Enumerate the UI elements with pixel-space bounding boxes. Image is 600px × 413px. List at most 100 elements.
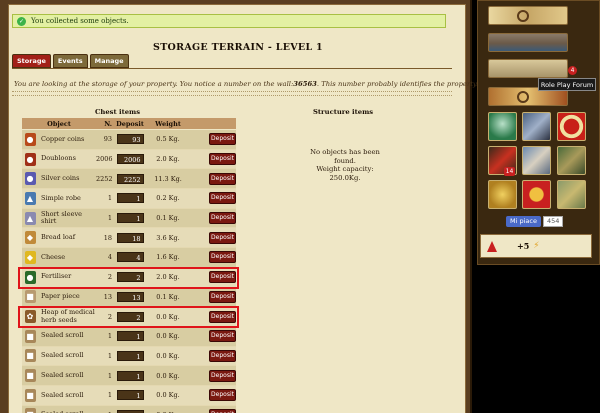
item-count: 13	[103, 292, 112, 301]
structure-items-heading: Structure items	[313, 108, 374, 116]
table-row: ■Sealed scroll110.0 Kg.Deposit	[22, 326, 236, 347]
treasury-tile[interactable]	[488, 180, 517, 209]
item-count: 1	[107, 214, 112, 223]
deposit-quantity-input[interactable]: 2252	[116, 173, 144, 184]
cheese-icon: ◆	[24, 250, 36, 264]
army-tile[interactable]	[557, 146, 586, 175]
item-count: 2	[107, 312, 112, 321]
item-weight: 1.6 Kg.	[156, 253, 180, 262]
table-row: ▲ Simple robe 1 1 0.2 Kg. Deposit	[22, 189, 236, 209]
medal-tile[interactable]	[522, 180, 551, 209]
item-weight: 0.0 Kg.	[156, 332, 180, 341]
deposit-quantity-input[interactable]: 1	[116, 390, 144, 401]
item-weight: 0.0 Kg.	[156, 391, 180, 400]
deposit-button[interactable]: Deposit	[209, 133, 236, 146]
item-count: 1	[107, 391, 112, 400]
structure-empty-text: No objects has been found.	[310, 148, 380, 165]
check-icon: ✓	[17, 16, 26, 26]
deposit-quantity-input[interactable]: 1	[116, 370, 144, 381]
military-tile[interactable]	[522, 112, 551, 141]
item-icon-cell: ✿	[22, 310, 38, 324]
table-row: ✿ Heap of medical herb seeds 2 2 0.0 Kg. Depo…	[22, 307, 236, 327]
like-button[interactable]: Mi piace	[506, 216, 541, 227]
eagle-crest-tile[interactable]	[557, 112, 586, 141]
tab-events[interactable]: Events	[52, 54, 88, 68]
table-row: ■Sealed scroll110.0 Kg.Deposit	[22, 366, 236, 386]
deposit-quantity-input[interactable]: 18	[116, 232, 144, 243]
deposit-button[interactable]: Deposit	[209, 172, 236, 185]
deposit-button[interactable]: Deposit	[209, 271, 236, 284]
item-name: Bread loaf	[41, 233, 76, 242]
deposit-button[interactable]: Deposit	[209, 212, 236, 225]
item-count: 1	[107, 371, 112, 380]
tools-tile[interactable]	[557, 180, 586, 209]
item-name: Silver coins	[41, 173, 80, 182]
deposit-quantity-input[interactable]: 93	[116, 134, 144, 145]
deposit-button[interactable]: Deposit	[209, 330, 236, 343]
deposit-quantity-input[interactable]: 1	[116, 350, 144, 361]
like-widget: Mi piace 454	[506, 216, 564, 227]
world-map-banner[interactable]	[488, 6, 568, 25]
item-weight: 0.0 Kg.	[156, 312, 180, 321]
intro-before: You are looking at the storage of your p…	[14, 80, 294, 88]
item-weight: 0.1 Kg.	[156, 292, 180, 301]
tab-divider	[12, 68, 452, 69]
silver-coins-icon: ●	[24, 172, 36, 186]
item-icon-cell: ●	[22, 132, 38, 146]
item-weight: 11.3 Kg.	[154, 174, 182, 183]
seeds-icon: ✿	[24, 310, 36, 324]
item-count: 4	[107, 253, 112, 262]
like-count: 454	[542, 216, 564, 227]
tab-manage[interactable]: Manage	[89, 54, 129, 68]
deposit-quantity-input[interactable]: 2	[116, 311, 144, 322]
bonus-bar: +5 ⚡	[480, 234, 592, 258]
doubloons-icon: ●	[24, 152, 36, 166]
deposit-quantity-input[interactable]: 1	[116, 193, 144, 204]
item-icon-cell: ■	[22, 369, 38, 383]
bread-icon: ◆	[24, 231, 36, 245]
item-count: 18	[103, 233, 112, 242]
deposit-quantity-input[interactable]: 2006	[116, 154, 144, 165]
deposit-button[interactable]: Deposit	[209, 231, 236, 244]
structure-capacity: Weight capacity: 250.0Kg.	[316, 165, 374, 182]
deposit-button[interactable]: Deposit	[209, 310, 236, 323]
deposit-button[interactable]: Deposit	[209, 251, 236, 264]
fertiliser-icon: ●	[24, 270, 36, 284]
item-weight: 3.6 Kg.	[156, 233, 180, 242]
diplomacy-tile[interactable]	[522, 146, 551, 175]
deposit-button[interactable]: Deposit	[209, 153, 236, 166]
deposit-quantity-input[interactable]: 1	[116, 331, 144, 342]
scroll-icon: ■	[24, 329, 36, 343]
col-deposit: Deposit	[116, 119, 144, 128]
character-tile[interactable]	[488, 112, 517, 141]
item-name: Copper coins	[41, 134, 85, 143]
deposit-button[interactable]: Deposit	[209, 192, 236, 205]
success-banner: ✓ You collected some objects.	[12, 14, 446, 28]
deposit-button[interactable]: Deposit	[209, 408, 236, 413]
item-name: Sealed scroll	[41, 351, 84, 360]
tab-storage[interactable]: Storage	[12, 54, 51, 68]
table-row: ■Sealed scroll110.0 Kg.Deposit	[22, 385, 236, 406]
deposit-button[interactable]: Deposit	[209, 369, 236, 382]
ship-banner[interactable]	[488, 33, 568, 52]
item-icon-cell: ●	[22, 172, 38, 186]
scroll-icon: ■	[24, 369, 36, 383]
item-weight: 0.1 Kg.	[156, 214, 180, 223]
table-row: ■Sealed scroll110.0 Kg.Deposit	[22, 405, 236, 413]
scroll-icon: ■	[24, 349, 36, 363]
deposit-quantity-input[interactable]: 13	[116, 291, 144, 302]
forum-banner[interactable]	[488, 59, 568, 78]
item-count: 1	[107, 194, 112, 203]
forum-tooltip: Role Play Forum	[538, 78, 596, 91]
item-icon-cell: ▲	[22, 191, 38, 205]
deposit-quantity-input[interactable]: 4	[116, 252, 144, 263]
deposit-quantity-input[interactable]: 2	[116, 272, 144, 283]
deposit-quantity-input[interactable]: 1	[116, 213, 144, 224]
robe-icon: ▲	[24, 191, 36, 205]
item-weight: 0.2 Kg.	[156, 194, 180, 203]
property-number: 36563	[293, 80, 317, 88]
deposit-button[interactable]: Deposit	[209, 389, 236, 402]
item-count: 2	[107, 273, 112, 282]
deposit-button[interactable]: Deposit	[209, 349, 236, 362]
deposit-button[interactable]: Deposit	[209, 290, 236, 303]
